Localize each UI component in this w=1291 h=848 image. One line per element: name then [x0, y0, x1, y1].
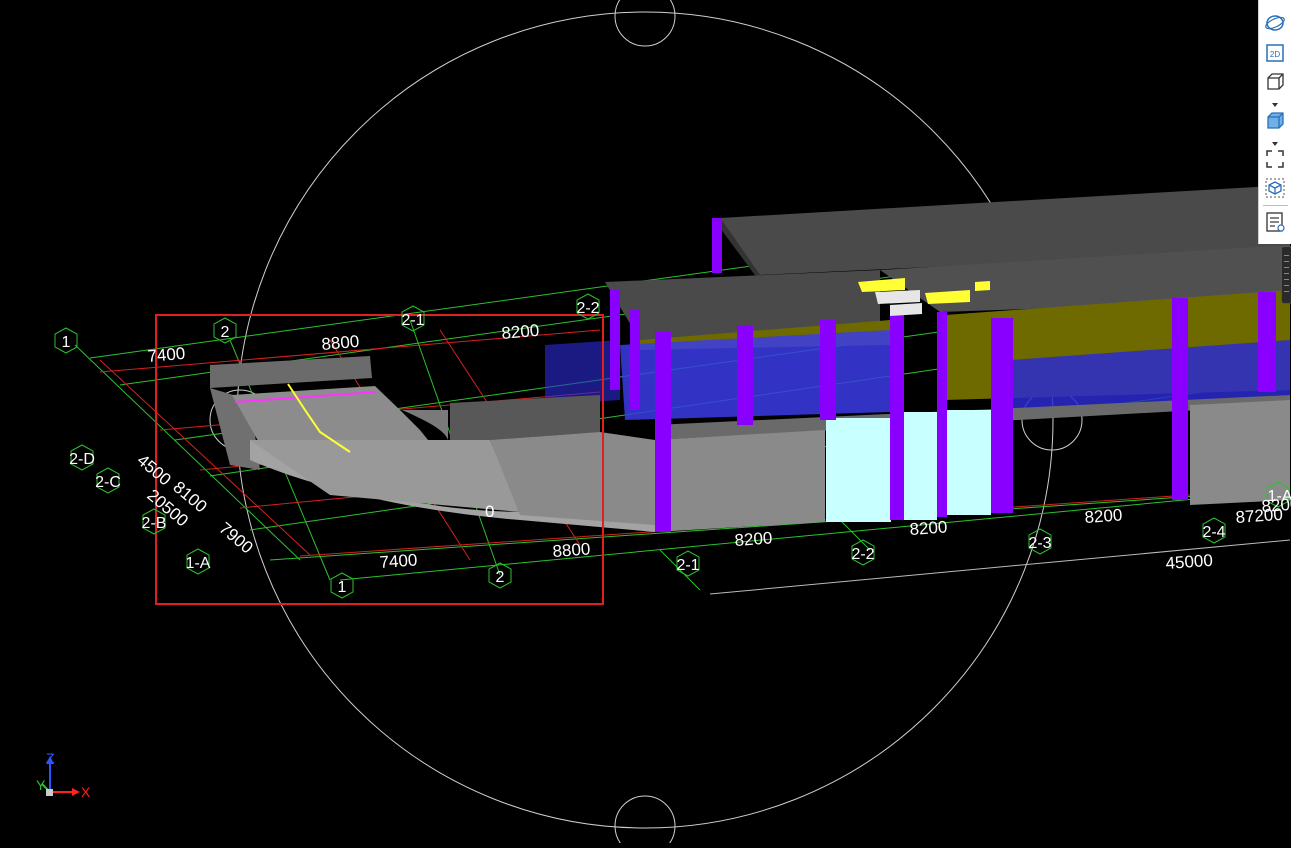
grid-bubble-label: 2-2 — [576, 300, 599, 317]
grid-bubble-label: 2 — [221, 324, 230, 341]
x-axis-arrow — [72, 788, 80, 796]
x-axis-label: X — [81, 784, 91, 800]
grip-line — [1284, 285, 1289, 286]
toolbar-scroll-handle[interactable] — [1281, 246, 1291, 304]
dimension-label: 7400 — [147, 344, 186, 366]
dimension-label: 8800 — [321, 332, 360, 354]
view-toolbar: 2D — [1258, 0, 1291, 244]
grid-bubble-label: 1-A — [186, 555, 211, 572]
toolbar-separator — [1263, 205, 1288, 206]
grid-bubble-label: 2-D — [69, 451, 95, 468]
2d-view-button[interactable]: 2D — [1264, 42, 1286, 64]
box-view-button[interactable] — [1264, 70, 1286, 92]
dimension-label: 8200 — [734, 528, 773, 550]
2d-view-label: 2D — [1270, 50, 1280, 59]
grip-line — [1284, 267, 1289, 268]
section-box-button[interactable] — [1264, 177, 1286, 199]
fit-view-button[interactable] — [1264, 148, 1286, 170]
grid-bubble-label: 2-4 — [1202, 524, 1225, 541]
dimension-label: 45000 — [1165, 551, 1213, 573]
grid-bubble-label: 2-C — [95, 474, 121, 491]
dimension-label: 8200 — [1084, 505, 1123, 527]
shaded-box-icon — [1267, 112, 1284, 129]
properties-button[interactable] — [1264, 211, 1286, 233]
grid-bubble-label: 2-B — [142, 515, 167, 532]
orbit-handle-top[interactable] — [614, 0, 676, 47]
axis-origin — [46, 789, 53, 796]
dimension-label: 8200 — [909, 517, 948, 539]
dimension-label: 4500 — [133, 451, 174, 490]
shaded-view-dropdown[interactable] — [1269, 135, 1281, 146]
shaded-view-button[interactable] — [1264, 109, 1286, 131]
axis-triad: Z Y X — [36, 750, 91, 800]
box-view-dropdown[interactable] — [1269, 96, 1281, 107]
grid-bubble-label: 2-1 — [401, 312, 424, 329]
dimension-label: 8200 — [1261, 494, 1291, 516]
skylights — [875, 290, 922, 316]
orbit-icon — [1265, 15, 1285, 31]
z-axis-label: Z — [46, 750, 55, 766]
grid-bubble-label: 1 — [338, 579, 347, 596]
3d-model-viewport[interactable]: 1 2 2-1 2-2 2-D 2-C 2-B 1-A 1 2 2-1 2-2 … — [0, 0, 1291, 848]
2d-view-icon: 2D — [1266, 44, 1284, 62]
chevron-down-icon — [1272, 142, 1278, 146]
orbit-button[interactable] — [1264, 12, 1286, 34]
model-canvas[interactable]: 1 2 2-1 2-2 2-D 2-C 2-B 1-A 1 2 2-1 2-2 … — [0, 0, 1291, 848]
box-view-icon — [1267, 73, 1284, 90]
grip-line — [1284, 261, 1289, 262]
cyan-panels — [826, 410, 991, 522]
grid-bubble-label: 2-2 — [851, 546, 874, 563]
dimension-label: 7400 — [379, 550, 418, 572]
section-box-icon — [1265, 178, 1285, 198]
dimension-label: 0 — [485, 502, 494, 521]
chevron-down-icon — [1272, 103, 1278, 107]
fit-view-icon — [1266, 150, 1284, 168]
dimension-label: 8800 — [552, 539, 591, 561]
grid-bubble-label: 2-1 — [676, 557, 699, 574]
orbit-handle-bottom[interactable] — [614, 795, 676, 848]
grid-bubble-label: 1 — [62, 334, 71, 351]
grid-bubble-label: 2-3 — [1028, 535, 1051, 552]
grip-line — [1284, 279, 1289, 280]
grip-line — [1284, 273, 1289, 274]
y-axis-label: Y — [36, 777, 46, 793]
properties-list-icon — [1266, 212, 1285, 232]
grip-line — [1284, 291, 1289, 292]
grip-line — [1284, 255, 1289, 256]
grid-bubble-label: 2 — [496, 569, 505, 586]
dimension-label: 8200 — [501, 321, 540, 343]
